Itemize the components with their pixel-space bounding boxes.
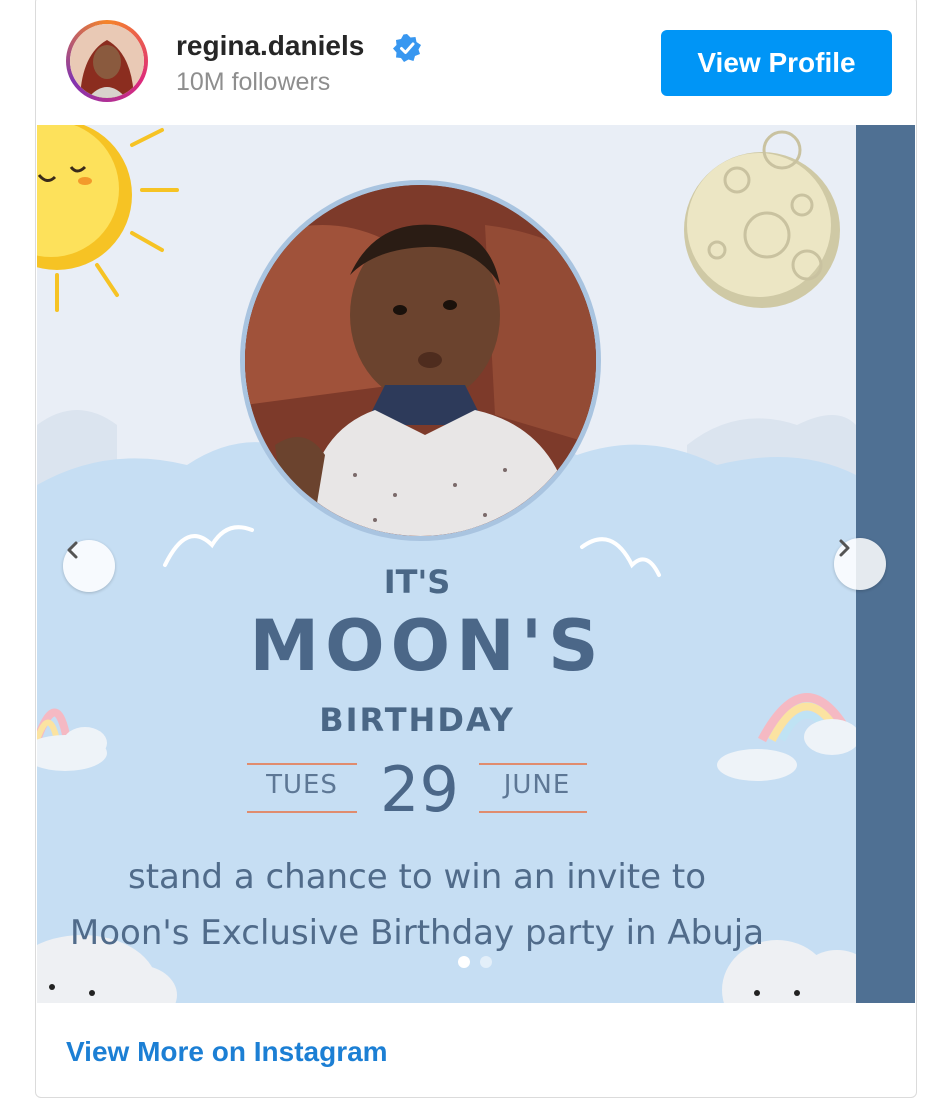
event-date: 29	[380, 753, 459, 826]
avatar[interactable]	[70, 24, 144, 98]
carousel-dot[interactable]	[480, 956, 492, 968]
view-more-link[interactable]: View More on Instagram	[66, 1036, 388, 1068]
event-month: JUNE	[503, 770, 571, 800]
carousel-dot-active[interactable]	[458, 956, 470, 968]
post-media[interactable]: IT'S MOON'S BIRTHDAY TUES 29 JUNE stand …	[37, 125, 915, 1003]
divider-line	[479, 811, 587, 813]
chevron-right-icon	[839, 539, 850, 557]
view-profile-button[interactable]: View Profile	[661, 30, 892, 96]
baby-photo	[240, 180, 601, 541]
chevron-left-icon	[67, 541, 78, 559]
avatar-image	[70, 24, 144, 98]
description-line-2: Moon's Exclusive Birthday party in Abuja	[69, 913, 765, 953]
divider-line	[247, 811, 357, 813]
divider-line	[479, 763, 587, 765]
carousel-next-button[interactable]	[834, 538, 886, 590]
carousel-prev-button[interactable]	[63, 540, 115, 592]
divider-line	[247, 763, 357, 765]
description-line-1: stand a chance to win an invite to	[128, 857, 706, 897]
event-day: TUES	[266, 770, 338, 800]
username[interactable]: regina.daniels	[176, 30, 364, 62]
follower-count: 10M followers	[176, 68, 331, 96]
headline-name: MOON'S	[249, 605, 605, 687]
headline-its: IT'S	[383, 563, 451, 601]
headline-birthday: BIRTHDAY	[319, 701, 515, 739]
baby-photo-image	[245, 185, 596, 536]
verified-badge-icon	[393, 34, 421, 62]
